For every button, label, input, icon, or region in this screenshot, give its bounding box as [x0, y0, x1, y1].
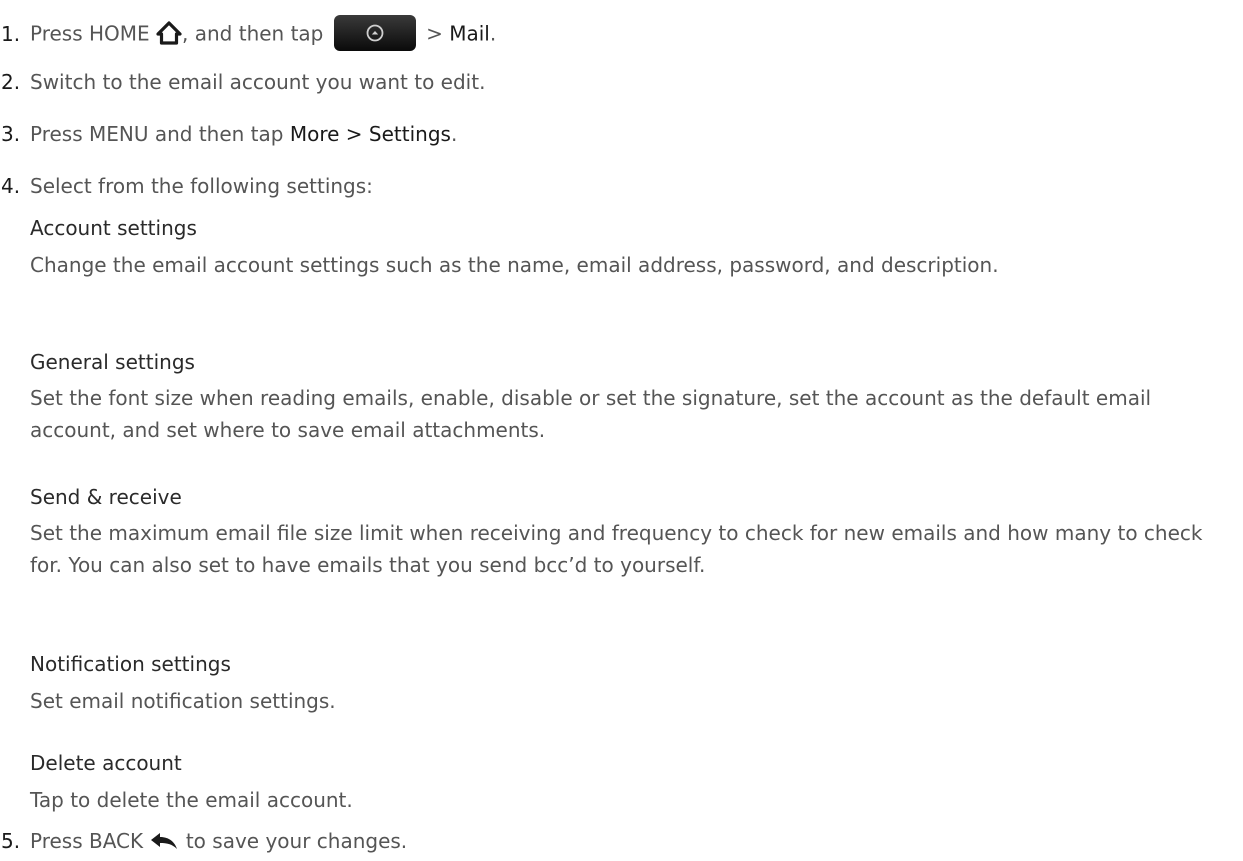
step-highlight: More > Settings	[289, 122, 451, 146]
step-highlight: Mail	[449, 21, 490, 46]
setting-description: Tap to delete the email account.	[30, 788, 353, 812]
instruction-page: 1. Press HOME , and then tap > Mail. 2. Sw…	[0, 0, 1243, 861]
setting-title: Account settings	[30, 216, 197, 240]
setting-title: Delete account	[30, 751, 182, 775]
setting-title: Send & receive	[30, 485, 182, 509]
step-number: 2.	[1, 70, 21, 94]
all-apps-button-icon	[333, 15, 416, 51]
step-text: .	[450, 122, 458, 146]
step-text: Select from the following settings:	[30, 174, 373, 198]
home-icon	[156, 21, 182, 49]
setting-title: Notification settings	[30, 652, 231, 676]
setting-title: General settings	[30, 350, 195, 374]
setting-description: Set the font size when reading emails, e…	[30, 386, 1152, 442]
back-arrow-icon	[149, 829, 179, 857]
step-number: 1.	[1, 21, 21, 46]
setting-description: Change the email account settings such a…	[30, 253, 999, 277]
step-5: 5. Press BACK to save your changes.	[0, 827, 407, 857]
step-1: 1. Press HOME , and then tap > Mail.	[0, 15, 497, 53]
step-text: Press HOME	[30, 21, 150, 46]
setting-description: Set the maximum email file size limit wh…	[30, 521, 1203, 577]
step-text: , and then tap	[182, 21, 324, 46]
step-text: Press MENU and then tap	[30, 122, 290, 146]
step-number: 5.	[1, 829, 21, 853]
step-number: 3.	[1, 122, 21, 146]
setting-description: Set email notification settings.	[30, 689, 336, 713]
step-text: to save your changes.	[179, 829, 408, 853]
step-text: .	[489, 21, 497, 46]
step-4: 4. Select from the following settings:	[0, 172, 373, 200]
step-number: 4.	[1, 174, 21, 198]
step-3: 3. Press MENU and then tap More > Setting…	[0, 120, 457, 148]
step-text: >	[419, 21, 450, 46]
step-text: Switch to the email account you want to …	[30, 70, 486, 94]
step-2: 2. Switch to the email account you want t…	[0, 68, 485, 96]
step-text: Press BACK	[30, 829, 144, 853]
